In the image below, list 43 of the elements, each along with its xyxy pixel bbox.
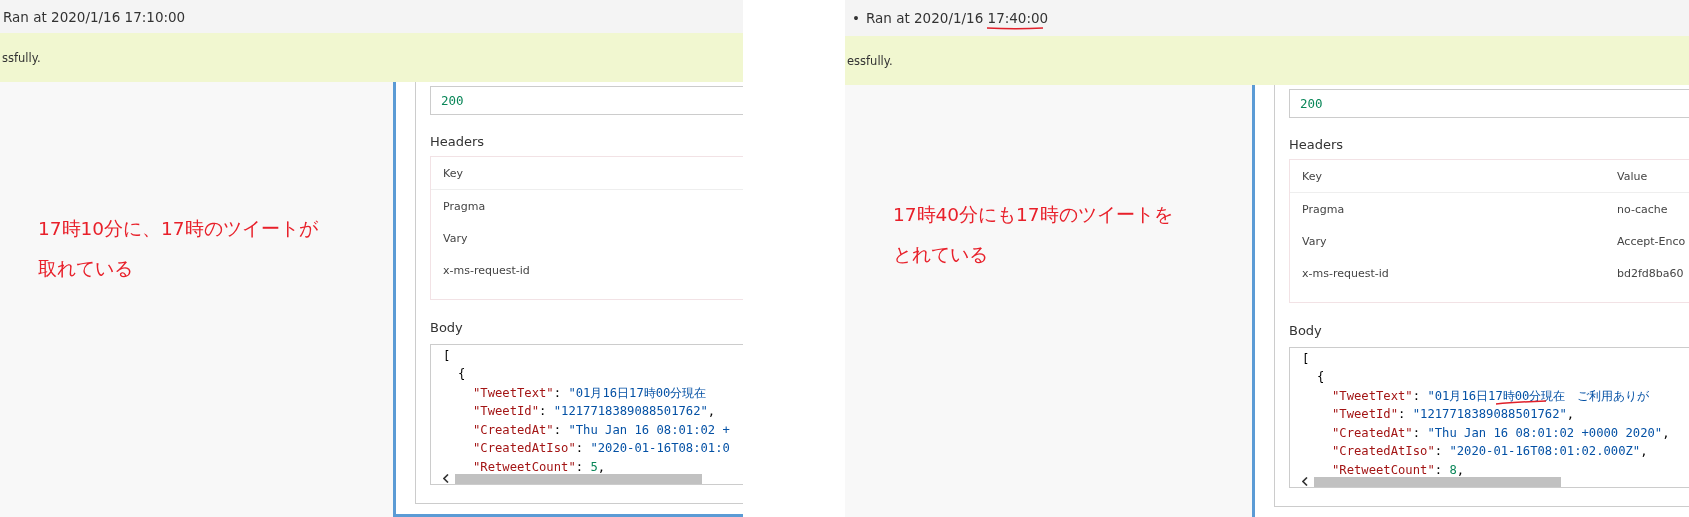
code-line: "CreatedAtIso": "2020-01-16T08:01:0	[473, 440, 730, 458]
section-title: Headers	[1289, 135, 1344, 154]
table-cell: bd2fd8ba60	[1617, 266, 1684, 280]
table-cell: no-cache	[1617, 202, 1668, 216]
code-line: {	[1317, 369, 1325, 387]
annotation-text: 17時40分にも17時のツイートを とれている	[893, 203, 1173, 267]
section-title: Body	[430, 318, 463, 337]
code-line: "TweetText": "01月16日17時00分現在	[473, 384, 707, 402]
table-cell: Pragma	[1302, 202, 1345, 216]
banner-text: essfully.	[846, 53, 893, 68]
code-line: "RetweetCount": 8,	[1332, 461, 1465, 479]
run-time-text: Ran at 2020/1/16 17:40:00	[865, 10, 1049, 26]
code-line: "TweetText": "01月16日17時00分現在 ご利用ありが	[1332, 386, 1650, 406]
section-title: Headers	[430, 132, 485, 151]
column-header: Value	[1617, 169, 1648, 183]
code-line: "RetweetCount": 5,	[473, 458, 606, 476]
code-line: [	[1302, 350, 1310, 368]
bullet-text: •	[852, 10, 860, 26]
status-code-field: 200	[430, 86, 743, 115]
chevron-left-icon[interactable]	[443, 474, 449, 483]
table-cell: x-ms-request-id	[1302, 266, 1389, 280]
code-line: "TweetId": "1217718389088501762",	[1332, 406, 1575, 424]
annotation-text: 17時10分に、17時のツイートが 取れている	[38, 217, 318, 281]
table-cell: Pragma	[443, 199, 486, 213]
scrollbar-thumb[interactable]	[455, 473, 702, 484]
code-line: "TweetId": "1217718389088501762",	[473, 403, 716, 421]
code-line: "CreatedAt": "Thu Jan 16 08:01:02 +	[473, 421, 730, 439]
table-cell: Vary	[1302, 234, 1327, 248]
column-header: Key	[443, 166, 463, 180]
code-line: "CreatedAtIso": "2020-01-16T08:01:02.000Z",	[1332, 443, 1648, 461]
column-header: Key	[1302, 169, 1322, 183]
code-line: [	[443, 347, 451, 365]
table-cell: Accept-Enco	[1617, 234, 1686, 248]
code-line: "CreatedAt": "Thu Jan 16 08:01:02 +0000 2020",	[1332, 424, 1670, 442]
banner-text: ssfully.	[1, 50, 41, 65]
code-line: {	[458, 366, 466, 384]
table-cell: Vary	[443, 231, 468, 245]
section-title: Body	[1289, 321, 1322, 340]
chevron-left-icon[interactable]	[1302, 477, 1308, 486]
table-cell: x-ms-request-id	[443, 263, 530, 277]
run-time-text: Ran at 2020/1/16 17:10:00	[3, 8, 186, 25]
scrollbar-thumb[interactable]	[1314, 476, 1561, 487]
status-code-field: 200	[1289, 89, 1689, 118]
